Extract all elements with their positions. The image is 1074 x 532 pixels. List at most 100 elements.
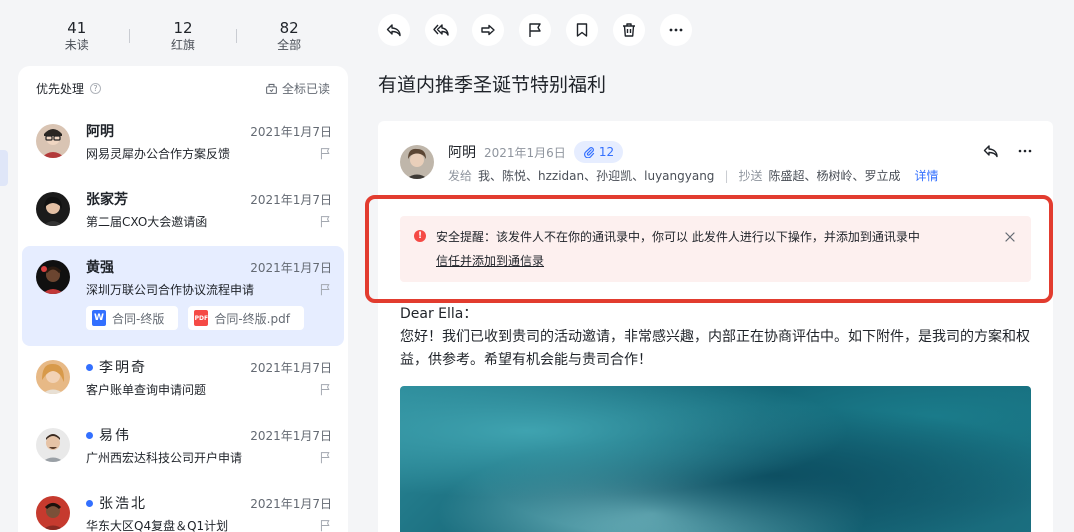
sender-name: 易伟 [86, 425, 131, 445]
flag-icon[interactable] [319, 451, 332, 464]
mail-subject: 深圳万联公司合作协议流程申请 [86, 283, 255, 297]
mail-date: 2021年1月7日 [250, 124, 332, 139]
mail-greeting: Dear Ella： [400, 306, 478, 322]
mark-read-icon [266, 83, 277, 94]
mail-subject: 第二届CXO大会邀请函 [86, 215, 208, 229]
mail-date: 2021年1月7日 [250, 192, 332, 207]
stat-flagged[interactable]: 12 红旗 [138, 19, 228, 53]
bookmark-icon [576, 23, 588, 37]
forward-icon [481, 24, 495, 36]
unread-dot [86, 363, 93, 371]
unread-dot [86, 499, 93, 507]
sender-name-text: 易伟 [99, 428, 131, 444]
stat-all[interactable]: 82 全部 [244, 19, 334, 53]
sender-name: 张浩北 [86, 493, 147, 513]
mail-list-item[interactable]: 易伟 2021年1月7日 广州西宏达科技公司开户申请 [22, 414, 344, 482]
highlight-box [365, 195, 1053, 303]
attachment-name: 合同-终版 [112, 311, 165, 326]
attachment-list: W 合同-终版 PDF 合同-终版.pdf [86, 306, 332, 330]
mail-stats: 41 未读 12 红旗 82 全部 [18, 8, 348, 64]
stat-label: 未读 [64, 38, 89, 52]
avatar [36, 192, 70, 226]
sender-name: 李明奇 [86, 357, 147, 377]
divider [129, 29, 131, 43]
attachment-chip[interactable]: W 合同-终版 [86, 306, 179, 330]
divider [235, 29, 237, 43]
mail-list-item-selected[interactable]: 黄强 2021年1月7日 深圳万联公司合作协议流程申请 W 合同-终版 PDF … [22, 246, 344, 346]
unread-dot [86, 431, 93, 439]
mail-title: 有道内推季圣诞节特别福利 [378, 74, 607, 96]
mail-image [400, 386, 1031, 532]
mail-reader: 阿明 2021年1月6日 12 发给 我、陈悦、hzzidan、孙迎凯、luya… [378, 121, 1053, 532]
attachment-count: 12 [598, 145, 615, 159]
flag-icon[interactable] [319, 519, 332, 532]
reply-icon[interactable] [983, 143, 999, 159]
stat-count: 82 [279, 19, 299, 37]
mail-app: 41 未读 12 红旗 82 全部 优先处理 ? 全标已读 阿明 2021年1月… [0, 0, 1074, 532]
bookmark-button[interactable] [566, 14, 598, 46]
delete-button[interactable] [613, 14, 645, 46]
avatar [36, 260, 70, 294]
divider: | [724, 168, 729, 183]
priority-list: 优先处理 ? 全标已读 阿明 2021年1月7日 网易灵犀办公合作方案反馈 张家… [18, 66, 348, 532]
mail-list-item[interactable]: 张家芳 2021年1月7日 第二届CXO大会邀请函 [22, 178, 344, 246]
mail-paragraph: 您好！我们已收到贵司的活动邀请，非常感兴趣，内部正在协商评估中。如下附件，是我司… [400, 329, 1030, 368]
reply-icon [386, 24, 401, 37]
mark-all-read-label: 全标已读 [281, 81, 330, 96]
more-button[interactable] [660, 14, 692, 46]
flag-icon[interactable] [319, 383, 332, 396]
avatar [36, 496, 70, 530]
stat-label: 红旗 [170, 38, 195, 52]
flag-icon[interactable] [319, 147, 332, 160]
reader-actions [983, 143, 1033, 159]
attachment-chip[interactable]: PDF 合同-终版.pdf [188, 306, 304, 330]
attachment-count-badge[interactable]: 12 [573, 141, 624, 163]
sender-line: 阿明 2021年1月6日 12 [448, 141, 624, 163]
details-link[interactable]: 详情 [915, 167, 939, 184]
flag-button[interactable] [519, 14, 551, 46]
forward-button[interactable] [472, 14, 504, 46]
cc-recipients: 陈盛超、杨树岭、罗立成 [768, 169, 901, 183]
flag-icon [529, 23, 541, 37]
mail-subject: 网易灵犀办公合作方案反馈 [86, 147, 231, 161]
stat-unread[interactable]: 41 未读 [32, 19, 122, 53]
stat-count: 12 [173, 19, 193, 37]
mail-subject: 客户账单查询申请问题 [86, 383, 207, 397]
cc-label: 抄送 [738, 169, 763, 183]
sender-name: 张家芳 [86, 192, 128, 208]
list-header: 优先处理 ? 全标已读 [18, 66, 348, 110]
stat-label: 全部 [277, 38, 302, 52]
sender-name: 黄强 [86, 260, 114, 276]
more-icon [669, 28, 683, 32]
mail-date: 2021年1月7日 [250, 496, 332, 511]
reply-button[interactable] [378, 14, 410, 46]
paperclip-icon [583, 147, 594, 158]
mark-all-read-button[interactable]: 全标已读 [265, 80, 330, 97]
word-file-icon: W [92, 310, 106, 326]
flag-icon[interactable] [319, 215, 332, 228]
mail-body: Dear Ella： 您好！我们已收到贵司的活动邀请，非常感兴趣，内部正在协商评… [400, 303, 1040, 372]
attachment-name: 合同-终版.pdf [214, 311, 290, 326]
mail-list-item[interactable]: 阿明 2021年1月7日 网易灵犀办公合作方案反馈 [22, 110, 344, 178]
avatar [36, 428, 70, 462]
nav-indicator [0, 150, 8, 186]
mail-subject: 华东大区Q4复盘＆Q1计划 [86, 519, 229, 532]
mail-date: 2021年1月6日 [484, 145, 566, 160]
reply-all-button[interactable] [425, 14, 457, 46]
mail-list-item[interactable]: 张浩北 2021年1月7日 华东大区Q4复盘＆Q1计划 [22, 482, 344, 532]
section-title-text: 优先处理 [36, 81, 85, 96]
sender-name-text: 李明奇 [99, 360, 147, 376]
help-icon[interactable]: ? [90, 82, 102, 94]
trash-icon [623, 23, 635, 37]
flag-icon[interactable] [319, 283, 332, 296]
sender-name[interactable]: 阿明 [448, 142, 476, 162]
mail-subject: 广州西宏达科技公司开户申请 [86, 451, 243, 465]
more-icon[interactable] [1017, 143, 1033, 159]
avatar [36, 124, 70, 158]
mail-list-item[interactable]: 李明奇 2021年1月7日 客户账单查询申请问题 [22, 346, 344, 414]
stat-count: 41 [67, 19, 87, 37]
mail-date: 2021年1月7日 [250, 428, 332, 443]
mail-date: 2021年1月7日 [250, 360, 332, 375]
section-title: 优先处理 ? [36, 80, 102, 97]
reply-all-icon [433, 24, 449, 36]
